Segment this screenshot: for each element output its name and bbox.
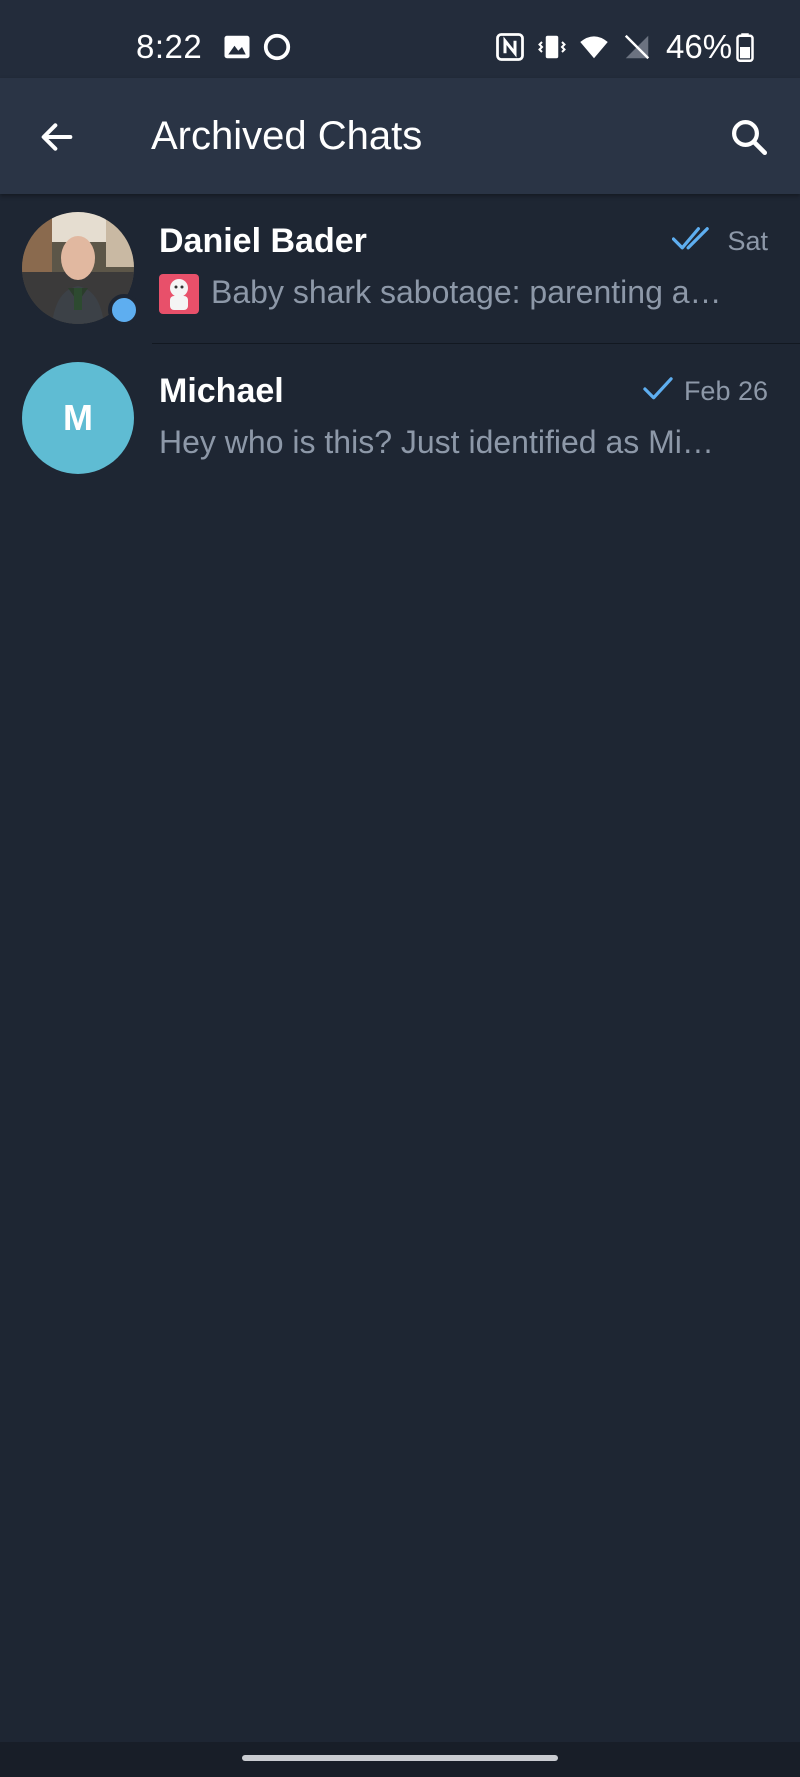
status-time: 8:22 [136,28,203,65]
chat-row-michael[interactable]: M Michael Feb 26 Hey who is this? Just i… [0,344,800,494]
chat-date: Feb 26 [683,376,768,406]
home-indicator[interactable] [242,1755,558,1761]
search-button[interactable] [720,108,778,166]
online-indicator [108,294,140,326]
chat-name: Daniel Bader [159,222,367,260]
battery-percent: 46% [666,28,733,65]
search-icon [732,120,768,156]
back-button[interactable] [28,108,86,166]
nfc-icon [496,33,524,61]
chat-name: Michael [159,372,284,410]
chat-date: Sat [727,226,768,256]
navigation-bar [0,1742,800,1777]
chat-row-daniel-bader[interactable]: Daniel Bader Sat Baby shark sabotage: pa… [0,194,800,344]
double-check-icon [672,227,709,250]
arrow-left-icon [41,123,73,151]
app-bar: Archived Chats [0,78,800,194]
chat-preview: Hey who is this? Just identified as Mi… [159,424,714,460]
no-signal-icon [624,34,650,60]
status-bar: 8:22 46% [0,0,800,78]
chat-list: Daniel Bader Sat Baby shark sabotage: pa… [0,194,800,494]
page-title: Archived Chats [151,114,423,158]
wifi-icon [580,36,608,59]
avatar[interactable]: M [22,362,134,474]
circle-app-icon [263,33,291,61]
vibrate-icon [538,35,566,59]
check-icon [643,377,673,400]
archived-chats-screen: 8:22 46% Archived Chats Daniel Bader Sat… [0,0,800,1777]
image-icon [224,35,250,59]
chat-preview: Baby shark sabotage: parenting a… [211,274,722,310]
media-thumbnail [159,274,199,314]
battery-icon [736,33,754,62]
